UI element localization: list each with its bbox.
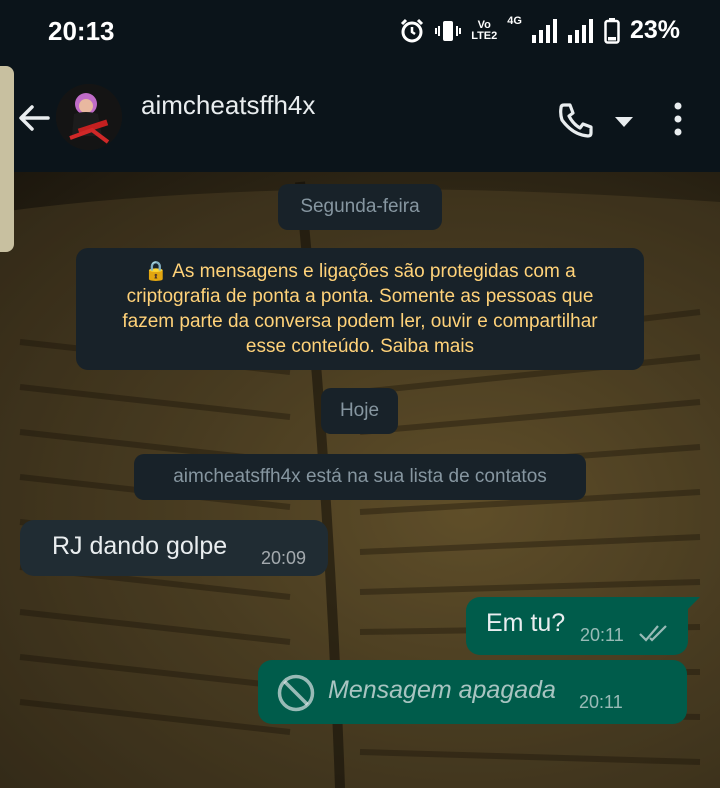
- message-time: 20:09: [261, 548, 307, 568]
- message-time: 20:11: [579, 692, 623, 712]
- status-icons: Vo LTE2 4G 23%: [399, 16, 680, 45]
- date-divider-monday: Segunda-feira: [278, 184, 442, 230]
- signal-icon: [531, 18, 557, 43]
- battery-icon: [604, 17, 620, 44]
- signal-icon: [567, 18, 593, 43]
- date-divider-label: Segunda-feira: [300, 196, 420, 217]
- call-icon[interactable]: [556, 100, 596, 140]
- network-4g-label: 4G: [507, 15, 522, 27]
- contact-notice-label: aimcheatsffh4x está na sua lista de cont…: [173, 466, 547, 487]
- contact-name[interactable]: aimcheatsffh4x: [141, 90, 315, 121]
- battery-percent: 23%: [629, 16, 680, 44]
- encryption-line: fazem parte da conversa podem ler, ouvir…: [122, 311, 598, 332]
- alarm-icon: [401, 18, 424, 42]
- message-text: Em tu?: [486, 609, 566, 637]
- edge-panel-handle[interactable]: [0, 66, 14, 252]
- bubble-tail: [686, 597, 700, 611]
- contact-notice: aimcheatsffh4x está na sua lista de cont…: [134, 454, 586, 500]
- date-divider-label: Hoje: [339, 400, 380, 421]
- message-bubble-deleted[interactable]: Mensagem apagada 20:11: [258, 660, 687, 724]
- message-time: 20:11: [580, 625, 624, 645]
- chevron-down-icon[interactable]: [612, 114, 636, 130]
- volte-indicator: Vo LTE2: [471, 19, 498, 42]
- chat-header: aimcheatsffh4x: [0, 64, 720, 172]
- vibrate-icon: [435, 20, 462, 41]
- message-bubble-incoming[interactable]: RJ dando golpe 20:09: [20, 520, 328, 576]
- check-double-icon: [639, 625, 667, 642]
- block-icon: [277, 674, 315, 712]
- encryption-line: criptografia de ponta a ponta. Somente a…: [126, 286, 594, 307]
- status-bar: 20:13 Vo LTE2 4G 23%: [0, 0, 720, 64]
- more-vert-icon[interactable]: [670, 100, 686, 140]
- message-text-deleted: Mensagem apagada: [328, 676, 556, 704]
- lte-label: LTE2: [471, 29, 498, 42]
- avatar-image: [56, 84, 122, 150]
- message-bubble-outgoing[interactable]: Em tu? 20:11: [466, 597, 688, 655]
- encryption-notice[interactable]: 🔒 As mensagens e ligações são protegidas…: [76, 248, 644, 370]
- encryption-line: 🔒 As mensagens e ligações são protegidas…: [144, 261, 576, 282]
- date-divider-today: Hoje: [321, 388, 398, 434]
- encryption-line: esse conteúdo. Saiba mais: [245, 336, 475, 357]
- message-text: RJ dando golpe: [52, 532, 228, 560]
- avatar[interactable]: [56, 84, 122, 150]
- status-time: 20:13: [48, 16, 115, 46]
- back-arrow-icon[interactable]: [14, 98, 54, 138]
